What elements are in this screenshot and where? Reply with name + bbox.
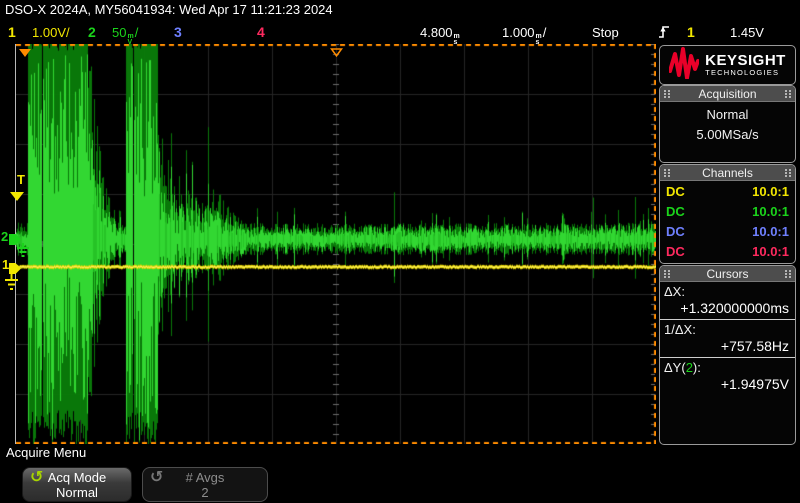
acquisition-mode: Normal (660, 107, 795, 122)
cursors-panel-title: Cursors (670, 267, 785, 281)
delta-y-channel: 2 (686, 360, 693, 375)
num-avgs-softkey[interactable]: ↺ # Avgs 2 (142, 467, 268, 502)
delay-readout: 4.800ms (420, 25, 461, 46)
waveform-canvas (16, 44, 656, 444)
acq-mode-value: Normal (56, 485, 98, 500)
ch1-scale-slash: / (66, 25, 70, 40)
delta-y-label-post: ): (693, 360, 701, 375)
acquisition-panel: Acquisition Normal 5.00MSa/s (659, 85, 796, 163)
ch2-reference-label: 2 (1, 229, 8, 244)
keysight-spark-icon (669, 47, 699, 84)
ch4-badge: 4 (257, 24, 265, 40)
run-state: Stop (592, 25, 619, 40)
ch4-probe-ratio: 10.0:1 (752, 241, 789, 261)
ch2-badge: 2 (88, 24, 96, 40)
brand-subtitle: TECHNOLOGIES (705, 68, 786, 77)
oscilloscope-screen: { "title_bar": { "text": "DSO-X 2024A, M… (0, 0, 800, 503)
ch3-badge: 3 (174, 24, 182, 40)
delta-y-label: ΔY(2): (660, 360, 795, 375)
grip-icon (785, 270, 791, 278)
channel-row-2: DC 10.0:1 (660, 201, 795, 221)
cursors-panel-header[interactable]: Cursors (660, 266, 795, 282)
channels-panel: Channels DC 10.0:1 DC 10.0:1 DC 10.0:1 D… (659, 164, 796, 264)
channel-row-4: DC 10.0:1 (660, 241, 795, 261)
delta-y-label-pre: ΔY( (664, 360, 686, 375)
acquisition-panel-title: Acquisition (670, 87, 785, 101)
num-avgs-label: # Avgs (186, 470, 225, 485)
ch2-coupling: DC (666, 201, 685, 221)
channel-row-1: DC 10.0:1 (660, 181, 795, 201)
trigger-slope-icon (658, 24, 670, 45)
ch2-scale-value: 50 (112, 25, 126, 40)
ch2-scale: 50mV/ (112, 25, 138, 46)
info-panel: KEYSIGHT TECHNOLOGIES Acquisition Normal… (658, 44, 798, 444)
cursor-inverse-delta-x: 1/ΔX: +757.58Hz (660, 320, 795, 358)
trigger-level: 1.45V (730, 25, 764, 40)
delta-x-value: +1.320000000ms (660, 300, 795, 316)
channels-panel-title: Channels (670, 166, 785, 180)
grip-icon (785, 169, 791, 177)
ch3-probe-ratio: 10.0:1 (752, 221, 789, 241)
cursors-panel: Cursors ΔX: +1.320000000ms 1/ΔX: +757.58… (659, 265, 796, 445)
ch2-scale-slash: / (135, 25, 139, 40)
timebase-value: 1.000 (502, 25, 535, 40)
ch2-probe-ratio: 10.0:1 (752, 201, 789, 221)
cursor-delta-y: ΔY(2): +1.94975V (660, 358, 795, 395)
trigger-source: 1 (687, 24, 695, 40)
ch1-coupling: DC (666, 181, 685, 201)
delta-y-value: +1.94975V (660, 376, 795, 392)
acquisition-panel-header[interactable]: Acquisition (660, 86, 795, 102)
channels-panel-header[interactable]: Channels (660, 165, 795, 181)
grip-icon (664, 90, 670, 98)
cursor-delta-x: ΔX: +1.320000000ms (660, 282, 795, 320)
instrument-title: DSO-X 2024A, MY56041934: Wed Apr 17 11:2… (5, 2, 333, 17)
ch1-scale-value: 1.00 (32, 25, 57, 40)
keysight-logo: KEYSIGHT TECHNOLOGIES (659, 45, 796, 85)
inverse-delta-x-value: +757.58Hz (660, 338, 795, 354)
ch1-reference-label: 1 (2, 257, 9, 272)
ch1-badge: 1 (8, 24, 16, 40)
keysight-logo-text: KEYSIGHT TECHNOLOGIES (705, 53, 786, 77)
grip-icon (664, 270, 670, 278)
brand-name: KEYSIGHT (705, 53, 786, 68)
num-avgs-value: 2 (201, 485, 208, 500)
timebase-slash: / (543, 25, 547, 40)
grip-icon (664, 169, 670, 177)
menu-title: Acquire Menu (6, 445, 86, 460)
acq-mode-softkey[interactable]: ↺ Acq Mode Normal (22, 467, 132, 502)
delay-value: 4.800 (420, 25, 453, 40)
ch1-scale: 1.00V/ (32, 25, 70, 40)
return-arrow-icon: ↺ (30, 470, 43, 485)
grip-icon (785, 90, 791, 98)
delta-x-label: ΔX: (660, 284, 795, 299)
ch1-probe-ratio: 10.0:1 (752, 181, 789, 201)
return-arrow-icon: ↺ (150, 470, 163, 485)
ch1-scale-unit: V (57, 25, 66, 40)
acq-mode-label: Acq Mode (48, 470, 107, 485)
channel-row-3: DC 10.0:1 (660, 221, 795, 241)
ch4-coupling: DC (666, 241, 685, 261)
ch3-coupling: DC (666, 221, 685, 241)
inverse-delta-x-label: 1/ΔX: (660, 322, 795, 337)
acquisition-sample-rate: 5.00MSa/s (660, 127, 795, 142)
timebase-readout: 1.000ms/ (502, 25, 546, 46)
